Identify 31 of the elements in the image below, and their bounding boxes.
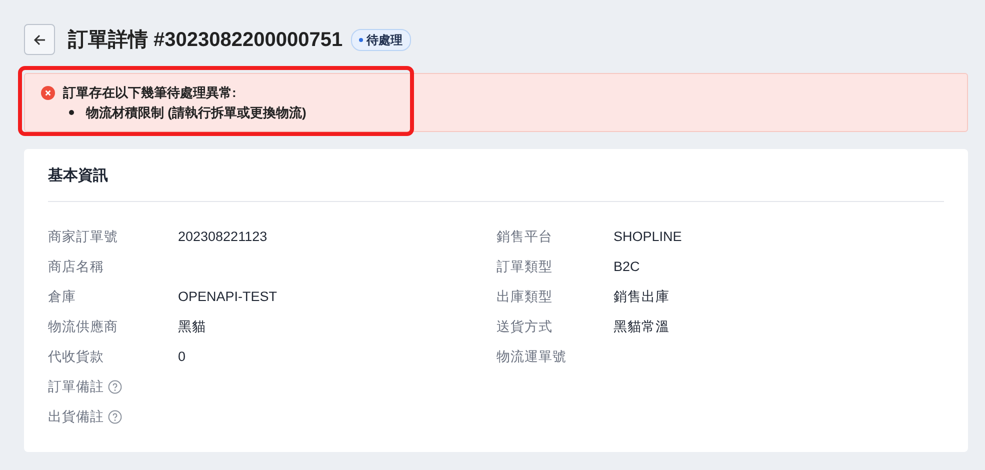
field-label: 送貨方式 (496, 318, 552, 336)
field-value: 黑貓常溫 (614, 318, 670, 336)
field-label: 出貨備註 (48, 408, 104, 426)
field-label: 商店名稱 (48, 258, 104, 276)
field-value: 202308221123 (178, 228, 268, 246)
field-label: 物流運單號 (496, 348, 566, 366)
field-value: SHOPLINE (614, 228, 682, 246)
field-label: 代收貨款 (48, 348, 104, 366)
help-icon[interactable] (108, 380, 122, 394)
back-arrow-icon (32, 32, 46, 46)
field-value: 黑貓 (178, 318, 206, 336)
field-label: 銷售平台 (496, 228, 552, 246)
field-value: B2C (614, 258, 640, 276)
field-label: 訂單備註 (48, 378, 104, 396)
field-value: OPENAPI-TEST (178, 288, 278, 306)
bullet-icon (69, 110, 74, 115)
error-icon (41, 86, 55, 100)
field-label: 倉庫 (48, 288, 76, 306)
back-button[interactable] (24, 24, 55, 55)
field-value: 銷售出庫 (614, 288, 670, 306)
alert-message: 訂單存在以下幾筆待處理異常: (63, 84, 236, 102)
section-title: 基本資訊 (48, 167, 944, 202)
help-icon[interactable] (108, 410, 122, 424)
status-badge: 待處理 (350, 28, 411, 50)
page-title: 訂單詳情 #3023082200000751 (68, 28, 343, 52)
field-value: 0 (178, 348, 186, 366)
field-label: 商家訂單號 (48, 228, 118, 246)
alert-item: 物流材積限制 (請執行拆單或更換物流) (86, 104, 306, 122)
field-label: 訂單類型 (496, 258, 552, 276)
field-label: 物流供應商 (48, 318, 118, 336)
field-label: 出庫類型 (496, 288, 552, 306)
